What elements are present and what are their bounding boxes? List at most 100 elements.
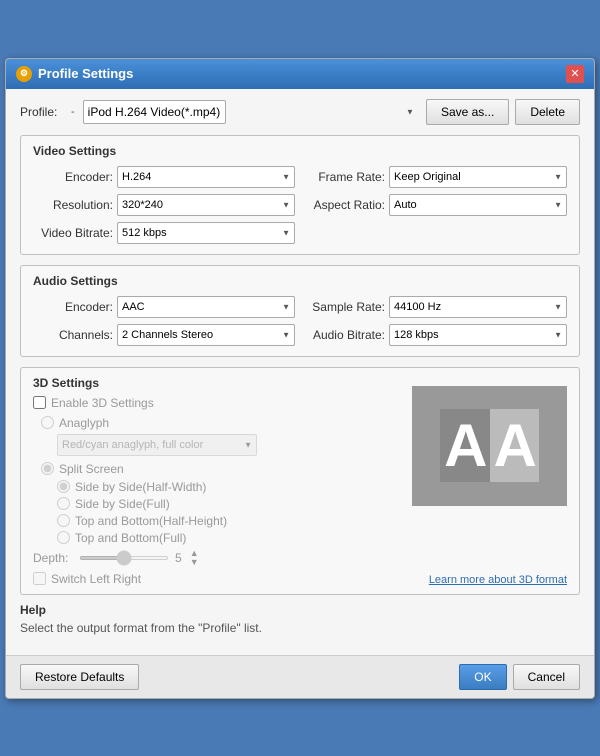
enable-3d-label: Enable 3D Settings — [51, 396, 154, 410]
dialog-body: Profile: - iPod H.264 Video(*.mp4) Save … — [6, 89, 594, 655]
aa-right: A — [490, 409, 539, 482]
depth-value: 5 — [175, 551, 182, 565]
aa-preview: A A — [440, 409, 539, 482]
split-screen-label: Split Screen — [59, 462, 124, 476]
close-button[interactable]: ✕ — [566, 65, 584, 83]
top-bottom-full-label: Top and Bottom(Full) — [75, 531, 186, 545]
audio-encoder-label: Encoder: — [33, 300, 113, 314]
audio-encoder-row: Encoder: AAC — [33, 296, 295, 318]
3d-left-controls: Enable 3D Settings Anaglyph Red/cyan ana… — [33, 396, 402, 586]
audio-bitrate-label: Audio Bitrate: — [305, 328, 385, 342]
sample-rate-label: Sample Rate: — [305, 300, 385, 314]
frame-rate-row: Frame Rate: Keep Original — [305, 166, 567, 188]
switch-left-right-label: Switch Left Right — [51, 572, 141, 586]
encoder-label: Encoder: — [33, 170, 113, 184]
frame-rate-select-wrapper: Keep Original — [389, 166, 567, 188]
depth-label: Depth: — [33, 551, 73, 565]
anaglyph-row: Anaglyph — [41, 416, 402, 430]
split-screen-radio[interactable] — [41, 462, 54, 475]
resolution-select-wrapper: 320*240 — [117, 194, 295, 216]
3d-settings-section: 3D Settings Enable 3D Settings Anaglyph — [20, 367, 580, 595]
app-icon: ⚙ — [16, 66, 32, 82]
encoder-select-wrapper: H.264 — [117, 166, 295, 188]
delete-button[interactable]: Delete — [515, 99, 580, 125]
help-text: Select the output format from the "Profi… — [20, 621, 580, 635]
aspect-ratio-select[interactable]: Auto — [389, 194, 567, 216]
help-title: Help — [20, 603, 580, 617]
footer-right-buttons: OK Cancel — [459, 664, 580, 690]
anaglyph-select[interactable]: Red/cyan anaglyph, full color — [57, 434, 257, 456]
3d-right-panel: A A Learn more about 3D format — [412, 396, 567, 586]
anaglyph-select-wrapper: Red/cyan anaglyph, full color — [57, 434, 257, 456]
sample-rate-row: Sample Rate: 44100 Hz — [305, 296, 567, 318]
top-bottom-half-label: Top and Bottom(Half-Height) — [75, 514, 227, 528]
profile-select-wrapper: iPod H.264 Video(*.mp4) — [83, 100, 420, 124]
profile-settings-dialog: ⚙ Profile Settings ✕ Profile: - iPod H.2… — [5, 58, 595, 699]
profile-select[interactable]: iPod H.264 Video(*.mp4) — [83, 100, 226, 124]
save-as-button[interactable]: Save as... — [426, 99, 509, 125]
3d-preview: A A — [412, 386, 567, 506]
top-bottom-half-radio[interactable] — [57, 514, 70, 527]
video-bitrate-label: Video Bitrate: — [33, 226, 113, 240]
dialog-title: Profile Settings — [38, 66, 566, 81]
title-bar: ⚙ Profile Settings ✕ — [6, 59, 594, 89]
sample-rate-select[interactable]: 44100 Hz — [389, 296, 567, 318]
3d-content: Enable 3D Settings Anaglyph Red/cyan ana… — [33, 396, 567, 586]
depth-down-icon[interactable]: ▼ — [190, 558, 199, 567]
resolution-label: Resolution: — [33, 198, 113, 212]
video-settings-title: Video Settings — [33, 144, 567, 158]
cancel-button[interactable]: Cancel — [513, 664, 580, 690]
switch-row: Switch Left Right — [33, 572, 402, 586]
encoder-select[interactable]: H.264 — [117, 166, 295, 188]
audio-bitrate-row: Audio Bitrate: 128 kbps — [305, 324, 567, 346]
video-bitrate-row: Video Bitrate: 512 kbps — [33, 222, 295, 244]
help-section: Help Select the output format from the "… — [20, 603, 580, 635]
frame-rate-select[interactable]: Keep Original — [389, 166, 567, 188]
audio-bitrate-select-wrapper: 128 kbps — [389, 324, 567, 346]
anaglyph-radio[interactable] — [41, 416, 54, 429]
top-bottom-full-row: Top and Bottom(Full) — [57, 531, 402, 545]
side-by-side-half-label: Side by Side(Half-Width) — [75, 480, 206, 494]
channels-select[interactable]: 2 Channels Stereo — [117, 324, 295, 346]
aspect-ratio-select-wrapper: Auto — [389, 194, 567, 216]
resolution-row: Resolution: 320*240 — [33, 194, 295, 216]
restore-defaults-button[interactable]: Restore Defaults — [20, 664, 139, 690]
audio-bitrate-select[interactable]: 128 kbps — [389, 324, 567, 346]
resolution-select[interactable]: 320*240 — [117, 194, 295, 216]
ok-button[interactable]: OK — [459, 664, 506, 690]
learn-more-link[interactable]: Learn more about 3D format — [429, 574, 567, 586]
frame-rate-label: Frame Rate: — [305, 170, 385, 184]
audio-encoder-select-wrapper: AAC — [117, 296, 295, 318]
video-bitrate-select-wrapper: 512 kbps — [117, 222, 295, 244]
enable-3d-row: Enable 3D Settings — [33, 396, 402, 410]
channels-row: Channels: 2 Channels Stereo — [33, 324, 295, 346]
audio-settings-section: Audio Settings Encoder: AAC Sample Rate: — [20, 265, 580, 357]
side-by-side-half-radio[interactable] — [57, 480, 70, 493]
sample-rate-select-wrapper: 44100 Hz — [389, 296, 567, 318]
side-by-side-full-label: Side by Side(Full) — [75, 497, 170, 511]
switch-left-right-checkbox[interactable] — [33, 572, 46, 585]
audio-settings-title: Audio Settings — [33, 274, 567, 288]
dialog-footer: Restore Defaults OK Cancel — [6, 655, 594, 698]
top-bottom-full-radio[interactable] — [57, 531, 70, 544]
aspect-ratio-label: Aspect Ratio: — [305, 198, 385, 212]
depth-row: Depth: 5 ▲ ▼ — [33, 549, 402, 567]
side-by-side-half-row: Side by Side(Half-Width) — [57, 480, 402, 494]
channels-label: Channels: — [33, 328, 113, 342]
profile-label: Profile: — [20, 105, 65, 119]
depth-slider[interactable] — [79, 556, 169, 560]
channels-select-wrapper: 2 Channels Stereo — [117, 324, 295, 346]
split-screen-row: Split Screen — [41, 462, 402, 476]
encoder-row: Encoder: H.264 — [33, 166, 295, 188]
audio-encoder-select[interactable]: AAC — [117, 296, 295, 318]
side-by-side-full-radio[interactable] — [57, 497, 70, 510]
video-settings-grid: Encoder: H.264 Frame Rate: Keep Original — [33, 166, 567, 244]
anaglyph-label: Anaglyph — [59, 416, 109, 430]
side-by-side-full-row: Side by Side(Full) — [57, 497, 402, 511]
aa-left: A — [440, 409, 489, 482]
top-bottom-half-row: Top and Bottom(Half-Height) — [57, 514, 402, 528]
enable-3d-checkbox[interactable] — [33, 396, 46, 409]
video-bitrate-select[interactable]: 512 kbps — [117, 222, 295, 244]
audio-settings-grid: Encoder: AAC Sample Rate: 44100 Hz — [33, 296, 567, 346]
video-settings-section: Video Settings Encoder: H.264 Frame Rate… — [20, 135, 580, 255]
